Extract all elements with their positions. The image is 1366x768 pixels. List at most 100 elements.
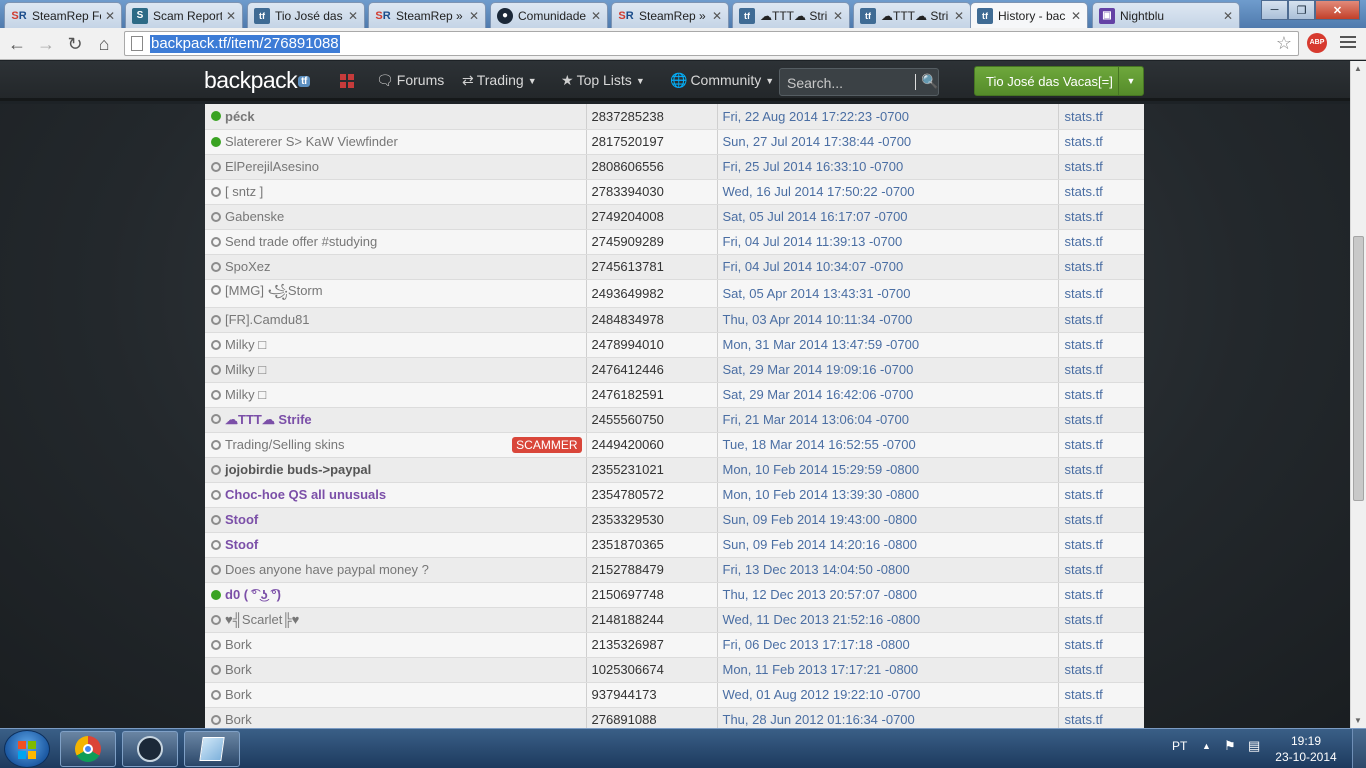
close-window-icon[interactable]: ✕: [1315, 0, 1360, 20]
taskbar-clock[interactable]: 19:19 23-10-2014: [1270, 733, 1342, 765]
stats-link[interactable]: stats.tf: [1058, 307, 1144, 333]
user-link[interactable]: [ sntz ]: [225, 184, 263, 199]
adblock-plus-icon[interactable]: ABP: [1307, 33, 1327, 53]
date-link[interactable]: Thu, 03 Apr 2014 10:11:34 -0700: [717, 307, 1059, 333]
apps-grid-icon[interactable]: [340, 74, 354, 88]
date-link[interactable]: Fri, 04 Jul 2014 10:34:07 -0700: [717, 254, 1059, 280]
date-link[interactable]: Sun, 27 Jul 2014 17:38:44 -0700: [717, 129, 1059, 155]
user-link[interactable]: Does anyone have paypal money ?: [225, 562, 429, 577]
stats-link[interactable]: stats.tf: [1058, 279, 1144, 308]
user-link[interactable]: Milky □: [225, 362, 266, 377]
user-link[interactable]: jojobirdie buds->paypal: [225, 462, 371, 477]
notepad-taskbar-icon[interactable]: [184, 731, 240, 767]
browser-tab[interactable]: S R SteamRep » ✕: [611, 2, 729, 28]
user-link[interactable]: [FR].Camdu81: [225, 312, 310, 327]
close-tab-icon[interactable]: ✕: [105, 9, 115, 23]
stats-link[interactable]: stats.tf: [1058, 457, 1144, 483]
date-link[interactable]: Fri, 13 Dec 2013 14:04:50 -0800: [717, 557, 1059, 583]
stats-link[interactable]: stats.tf: [1058, 407, 1144, 433]
stats-link[interactable]: stats.tf: [1058, 682, 1144, 708]
stats-link[interactable]: stats.tf: [1058, 382, 1144, 408]
user-link[interactable]: ElPerejilAsesino: [225, 159, 319, 174]
date-link[interactable]: Thu, 12 Dec 2013 20:57:07 -0800: [717, 582, 1059, 608]
chrome-taskbar-icon[interactable]: [60, 731, 116, 767]
stats-link[interactable]: stats.tf: [1058, 507, 1144, 533]
date-link[interactable]: Sat, 05 Apr 2014 13:43:31 -0700: [717, 279, 1059, 308]
close-tab-icon[interactable]: ✕: [1071, 9, 1081, 23]
date-link[interactable]: Mon, 31 Mar 2014 13:47:59 -0700: [717, 332, 1059, 358]
date-link[interactable]: Fri, 22 Aug 2014 17:22:23 -0700: [717, 104, 1059, 130]
date-link[interactable]: Sat, 29 Mar 2014 16:42:06 -0700: [717, 382, 1059, 408]
date-link[interactable]: Fri, 06 Dec 2013 17:17:18 -0800: [717, 632, 1059, 658]
date-link[interactable]: Fri, 25 Jul 2014 16:33:10 -0700: [717, 154, 1059, 180]
stats-link[interactable]: stats.tf: [1058, 532, 1144, 558]
user-link[interactable]: Stoof: [225, 512, 258, 527]
close-tab-icon[interactable]: ✕: [591, 9, 601, 23]
date-link[interactable]: Sun, 09 Feb 2014 14:20:16 -0800: [717, 532, 1059, 558]
date-link[interactable]: Wed, 16 Jul 2014 17:50:22 -0700: [717, 179, 1059, 205]
site-search-input[interactable]: Search... 🔍: [779, 68, 939, 96]
user-link[interactable]: Bork: [225, 712, 252, 727]
network-icon[interactable]: ▤: [1248, 738, 1260, 754]
user-link[interactable]: péck: [225, 109, 255, 124]
close-tab-icon[interactable]: ✕: [469, 9, 479, 23]
date-link[interactable]: Fri, 21 Mar 2014 13:06:04 -0700: [717, 407, 1059, 433]
stats-link[interactable]: stats.tf: [1058, 707, 1144, 728]
back-arrow-icon[interactable]: ←: [6, 33, 28, 55]
user-link[interactable]: ♥╣Scarlet╠♥: [225, 612, 299, 627]
user-link[interactable]: ☁TTT☁ Strife: [225, 412, 312, 427]
browser-tab[interactable]: ▣ Nightblu ✕: [1092, 2, 1240, 28]
user-menu-button[interactable]: Tio José das Vacas[=] ▼: [974, 66, 1144, 96]
stats-link[interactable]: stats.tf: [1058, 432, 1144, 458]
action-center-flag-icon[interactable]: ⚑: [1224, 738, 1236, 754]
bookmark-star-icon[interactable]: ☆: [1276, 33, 1292, 54]
close-tab-icon[interactable]: ✕: [1223, 9, 1233, 23]
scroll-down-arrow-icon[interactable]: ▼: [1354, 716, 1362, 725]
stats-link[interactable]: stats.tf: [1058, 204, 1144, 230]
address-bar[interactable]: backpack.tf/item/276891088 ☆: [124, 31, 1299, 56]
browser-tab[interactable]: S R SteamRep » ✕: [368, 2, 486, 28]
steam-taskbar-icon[interactable]: [122, 731, 178, 767]
nav-forums[interactable]: 🗨 Forums: [376, 72, 444, 89]
search-icon[interactable]: 🔍: [921, 73, 938, 90]
browser-tab[interactable]: S R SteamRep Fo ✕: [4, 2, 122, 28]
page-scrollbar[interactable]: ▲ ▼: [1350, 61, 1366, 728]
browser-tab[interactable]: tf History - bac ✕: [970, 2, 1088, 29]
date-link[interactable]: Mon, 10 Feb 2014 15:29:59 -0800: [717, 457, 1059, 483]
user-link[interactable]: Bork: [225, 662, 252, 677]
close-tab-icon[interactable]: ✕: [348, 9, 358, 23]
scroll-up-arrow-icon[interactable]: ▲: [1354, 64, 1362, 73]
date-link[interactable]: Tue, 18 Mar 2014 16:52:55 -0700: [717, 432, 1059, 458]
chrome-menu-icon[interactable]: [1340, 36, 1356, 51]
user-link[interactable]: Choc-hoe QS all unusuals: [225, 487, 386, 502]
stats-link[interactable]: stats.tf: [1058, 179, 1144, 205]
stats-link[interactable]: stats.tf: [1058, 482, 1144, 508]
show-hidden-icons-icon[interactable]: ▲: [1202, 741, 1211, 751]
nav-trading[interactable]: ⇄ Trading ▼: [462, 72, 537, 89]
stats-link[interactable]: stats.tf: [1058, 582, 1144, 608]
close-tab-icon[interactable]: ✕: [226, 9, 236, 23]
maximize-icon[interactable]: ❐: [1288, 0, 1315, 20]
close-tab-icon[interactable]: ✕: [712, 9, 722, 23]
show-desktop-button[interactable]: [1352, 729, 1366, 768]
browser-tab[interactable]: S Scam Report ✕: [125, 2, 243, 28]
user-link[interactable]: Milky □: [225, 337, 266, 352]
user-link[interactable]: Trading/Selling skins: [225, 437, 344, 452]
scammer-badge[interactable]: SCAMMER: [512, 436, 582, 453]
date-link[interactable]: Thu, 28 Jun 2012 01:16:34 -0700: [717, 707, 1059, 728]
stats-link[interactable]: stats.tf: [1058, 129, 1144, 155]
stats-link[interactable]: stats.tf: [1058, 607, 1144, 633]
browser-tab[interactable]: tf Tio José das ✕: [247, 2, 365, 28]
user-link[interactable]: Bork: [225, 687, 252, 702]
close-tab-icon[interactable]: ✕: [833, 9, 843, 23]
reload-icon[interactable]: ↻: [64, 33, 86, 55]
stats-link[interactable]: stats.tf: [1058, 632, 1144, 658]
home-icon[interactable]: ⌂: [93, 33, 115, 55]
user-link[interactable]: [MMG] ꧁Storm: [225, 283, 323, 298]
user-link[interactable]: d0 ( ͡° ͜ʖ ͡°): [225, 587, 281, 602]
language-indicator[interactable]: PT: [1172, 739, 1187, 753]
url-text[interactable]: backpack.tf/item/276891088: [150, 35, 340, 53]
date-link[interactable]: Sat, 05 Jul 2014 16:17:07 -0700: [717, 204, 1059, 230]
browser-tab[interactable]: ● Comunidade ✕: [490, 2, 608, 28]
stats-link[interactable]: stats.tf: [1058, 104, 1144, 130]
